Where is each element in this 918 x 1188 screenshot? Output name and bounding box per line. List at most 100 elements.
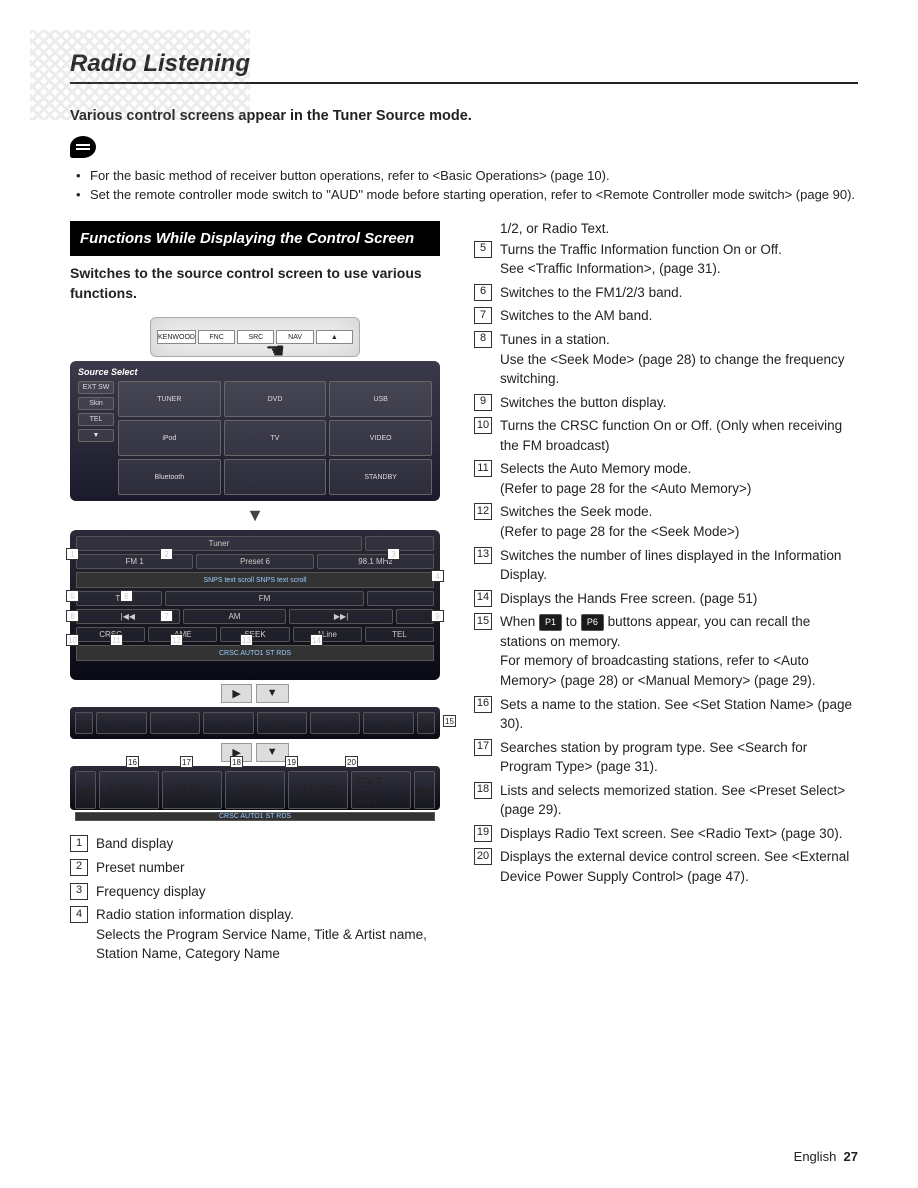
legend-num: 15 xyxy=(474,613,492,630)
side-ext-sw: EXT SW xyxy=(78,381,114,394)
legend-text: Turns the CRSC function On or Off. (Only… xyxy=(500,416,858,455)
src-bluetooth: Bluetooth xyxy=(118,459,221,495)
callout-2: 2 xyxy=(160,548,173,560)
tuner-control-screen: Tuner FM 1 Preset 6 98.1 MHz SNPS text s… xyxy=(70,530,440,680)
callout-1: 1 xyxy=(66,548,79,560)
note-bullets: For the basic method of receiver button … xyxy=(70,167,858,205)
brand-label: KENWOOD xyxy=(157,330,196,344)
seek-button: SEEK xyxy=(220,627,289,642)
section-subtitle: Switches to the source control screen to… xyxy=(70,264,440,303)
preset-p5: P5 xyxy=(310,712,360,734)
src-video: VIDEO xyxy=(329,420,432,456)
bullet-2: Set the remote controller mode switch to… xyxy=(76,186,858,205)
preset-p6: P6 xyxy=(363,712,413,734)
pre-button: PRE xyxy=(225,771,285,809)
callout-15: 15 xyxy=(443,715,456,727)
legend-num: 17 xyxy=(474,739,492,756)
arrow-down-icon: ▼ xyxy=(70,505,440,526)
status-bar: CRSC AUTO1 ST RDS xyxy=(76,645,434,661)
callout-11: 11 xyxy=(110,634,123,646)
line-button: 1Line xyxy=(293,627,362,642)
p1-button-icon: P1 xyxy=(539,614,562,631)
band-display: FM 1 xyxy=(76,554,193,569)
note-icon xyxy=(70,136,96,158)
preset-p1: P1 xyxy=(96,712,146,734)
name-button: NAME xyxy=(99,771,159,809)
right-column: 1/2, or Radio Text. 5Turns the Traffic I… xyxy=(474,221,858,964)
legend-num: 2 xyxy=(70,859,88,876)
p6-button-icon: P6 xyxy=(581,614,604,631)
legend-num: 6 xyxy=(474,284,492,301)
callout-20: 20 xyxy=(345,756,358,768)
name-bar: ◀ NAME PTY PRE TEXT EXT SW ▶ CRSC AUTO1 … xyxy=(70,766,440,810)
side-tel: TEL xyxy=(78,413,114,426)
legend-text: Frequency display xyxy=(96,882,440,902)
legend-text: Tunes in a station. Use the <Seek Mode> … xyxy=(500,330,858,389)
callout-16: 16 xyxy=(126,756,139,768)
text-button: TEXT xyxy=(288,771,348,809)
callout-9: 9 xyxy=(431,610,444,622)
fnc-button: FNC xyxy=(198,330,235,344)
side-skin: Skin xyxy=(78,397,114,410)
section-header: Functions While Displaying the Control S… xyxy=(70,221,440,257)
fm-button: FM xyxy=(165,591,364,606)
scroll-arrows-1: ▶▼ xyxy=(70,684,440,703)
legend-num: 3 xyxy=(70,883,88,900)
legend-text: Switches the button display. xyxy=(500,393,858,413)
hand-pointer-icon: ☚ xyxy=(265,338,285,364)
preset-p4: P4 xyxy=(257,712,307,734)
callout-7: 7 xyxy=(160,610,173,622)
legend-text: When P1 to P6 buttons appear, you can re… xyxy=(500,612,858,690)
preset-number: Preset 6 xyxy=(196,554,313,569)
legend-text: Preset number xyxy=(96,858,440,878)
bullet-1: For the basic method of receiver button … xyxy=(76,167,858,186)
preset-p2: P2 xyxy=(150,712,200,734)
intro-text: Various control screens appear in the Tu… xyxy=(70,108,858,124)
legend-num: 11 xyxy=(474,460,492,477)
legend-text: Displays the Hands Free screen. (page 51… xyxy=(500,589,858,609)
callout-4: 4 xyxy=(431,570,444,582)
preset-bar: ◀ P1 P2 P3 P4 P5 P6 ▶ 15 xyxy=(70,707,440,739)
preset-p3: P3 xyxy=(203,712,253,734)
src-usb: USB xyxy=(329,381,432,417)
callout-6: 6 xyxy=(120,590,133,602)
src-tuner: TUNER xyxy=(118,381,221,417)
footer-language: English xyxy=(794,1149,837,1164)
callout-17: 17 xyxy=(180,756,193,768)
status-bar-2: CRSC AUTO1 ST RDS xyxy=(75,812,435,821)
legend-text: Radio station information display. Selec… xyxy=(96,905,440,964)
src-blank xyxy=(224,459,327,495)
src-dvd: DVD xyxy=(224,381,327,417)
tel-button: TEL xyxy=(365,627,434,642)
legend-right: 5Turns the Traffic Information function … xyxy=(474,240,858,887)
callout-12: 12 xyxy=(170,634,183,646)
legend-num: 7 xyxy=(474,307,492,324)
legend-text: Band display xyxy=(96,834,440,854)
legend-text: Lists and selects memorized station. See… xyxy=(500,781,858,820)
callout-18: 18 xyxy=(230,756,243,768)
source-select-title: Source Select xyxy=(78,367,432,377)
legend-text: Selects the Auto Memory mode. (Refer to … xyxy=(500,459,858,498)
am-button: AM xyxy=(183,609,287,624)
ti-button: TI xyxy=(76,591,162,606)
legend-num: 19 xyxy=(474,825,492,842)
legend-num: 18 xyxy=(474,782,492,799)
head-unit-illustration: KENWOOD FNC SRC NAV ▲ ☚ xyxy=(150,317,360,357)
src-tv: TV xyxy=(224,420,327,456)
legend-num: 12 xyxy=(474,503,492,520)
info-scroll: SNPS text scroll SNPS text scroll xyxy=(76,572,434,588)
extsw-button: EXT SW xyxy=(351,771,411,809)
legend-num: 8 xyxy=(474,331,492,348)
src-ipod: iPod xyxy=(118,420,221,456)
callout-14: 14 xyxy=(310,634,323,646)
legend-num: 13 xyxy=(474,547,492,564)
legend-num: 14 xyxy=(474,590,492,607)
legend-text: Sets a name to the station. See <Set Sta… xyxy=(500,695,858,734)
legend-num: 5 xyxy=(474,241,492,258)
eject-button: ▲ xyxy=(316,330,353,344)
legend-left: 1 Band display 2 Preset number 3 Frequency … xyxy=(70,834,440,963)
callout-10: 10 xyxy=(66,634,79,646)
page-title: Radio Listening xyxy=(70,50,858,84)
legend-num: 1 xyxy=(70,835,88,852)
callout-3: 3 xyxy=(387,548,400,560)
